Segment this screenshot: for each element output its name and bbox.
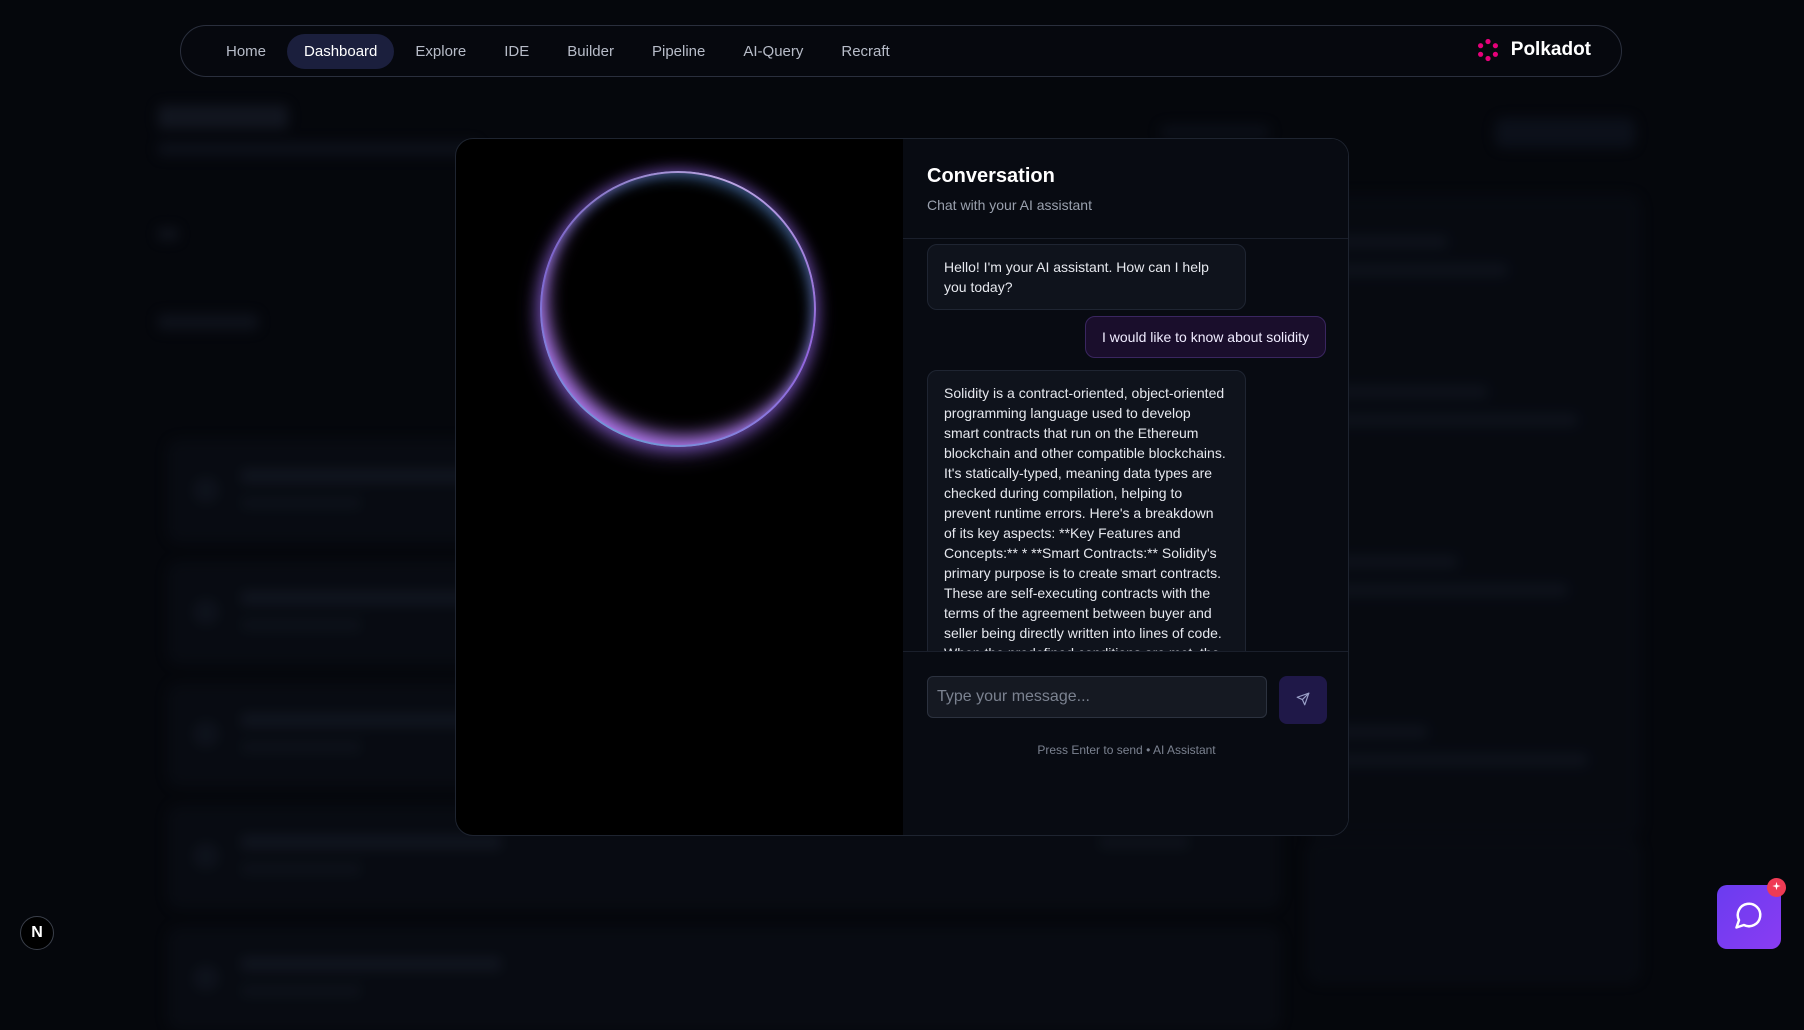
- sparkle-icon: [1771, 879, 1782, 897]
- nextjs-indicator-button[interactable]: N: [20, 916, 54, 950]
- ai-assistant-modal: Conversation Chat with your AI assistant…: [455, 138, 1349, 836]
- bg-search: [1160, 125, 1270, 139]
- nav-item-ai-query[interactable]: AI-Query: [726, 34, 820, 69]
- user-message: I would like to know about solidity: [1085, 316, 1326, 358]
- bg-side-card: [1308, 840, 1640, 982]
- orb-ring: [540, 171, 816, 447]
- nav-item-home[interactable]: Home: [209, 34, 283, 69]
- bg-chip: [158, 228, 178, 240]
- chat-panel: Conversation Chat with your AI assistant…: [903, 139, 1348, 835]
- nav-menu: Home Dashboard Explore IDE Builder Pipel…: [209, 33, 907, 69]
- brand[interactable]: Polkadot: [1476, 38, 1591, 62]
- chat-title: Conversation: [927, 165, 1055, 187]
- nav-item-ide[interactable]: IDE: [487, 34, 546, 69]
- nav-item-recraft[interactable]: Recraft: [824, 34, 906, 69]
- chat-input-area: Press Enter to send • AI Assistant: [903, 651, 1348, 835]
- brand-name: Polkadot: [1510, 39, 1591, 60]
- chat-bubble-icon: [1734, 900, 1764, 935]
- nav-item-pipeline[interactable]: Pipeline: [635, 34, 722, 69]
- polkadot-logo-icon: [1476, 38, 1500, 62]
- send-icon: [1296, 692, 1310, 709]
- bg-page-title: [158, 105, 288, 129]
- bg-section-title: [158, 314, 258, 330]
- bg-page-subtitle: [158, 142, 478, 156]
- nav-item-explore[interactable]: Explore: [398, 34, 483, 69]
- assistant-message: Hello! I'm your AI assistant. How can I …: [927, 244, 1246, 310]
- nav-item-builder[interactable]: Builder: [550, 34, 631, 69]
- voice-orb: [540, 171, 816, 447]
- input-hint: Press Enter to send • AI Assistant: [1037, 743, 1216, 757]
- n-label: N: [31, 924, 43, 941]
- message-input[interactable]: [927, 676, 1267, 718]
- fab-badge: [1767, 878, 1786, 897]
- nav-item-dashboard[interactable]: Dashboard: [287, 33, 395, 69]
- chat-subtitle: Chat with your AI assistant: [927, 197, 1092, 213]
- top-navbar: Home Dashboard Explore IDE Builder Pipel…: [180, 25, 1622, 77]
- bg-action-button: [1495, 118, 1635, 148]
- message-list[interactable]: Hello! I'm your AI assistant. How can I …: [903, 240, 1348, 652]
- bg-side-panel: [1308, 195, 1640, 837]
- send-button[interactable]: [1279, 676, 1327, 724]
- assistant-message: Solidity is a contract-oriented, object-…: [927, 370, 1246, 652]
- chat-header: Conversation Chat with your AI assistant: [903, 139, 1348, 239]
- bg-list-item: [168, 928, 1280, 1030]
